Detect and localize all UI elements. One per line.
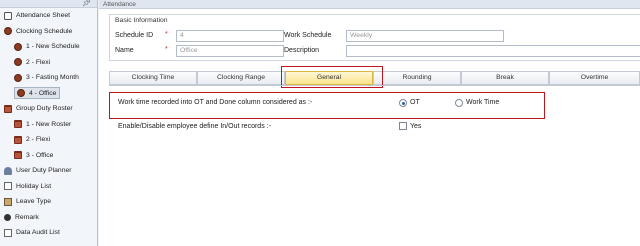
sidebar-item-leave-type[interactable]: Leave Type — [0, 194, 97, 210]
sidebar-item-label: User Duty Planner — [16, 167, 72, 175]
clock-icon — [14, 58, 22, 67]
work-schedule-field[interactable]: Weekly — [346, 30, 504, 42]
ot-radio-label[interactable]: OT — [410, 99, 420, 106]
work-schedule-label: Work Schedule — [284, 32, 332, 39]
calendar-icon — [4, 104, 12, 113]
sidebar-item-label: 1 - New Schedule — [26, 43, 80, 51]
sidebar-item-clocking-schedule[interactable]: Clocking Schedule — [0, 24, 97, 40]
main-panel: Attendance Basic Information Schedule ID… — [99, 0, 640, 246]
sidebar-item-label: 3 - Fasting Month — [26, 74, 79, 82]
sidebar-item-label: Group Duty Roster — [16, 105, 73, 113]
sidebar-item-label: 2 - Flexi — [26, 58, 51, 66]
calendar-icon — [14, 151, 22, 160]
person-icon — [4, 213, 11, 221]
work-time-radio[interactable] — [455, 99, 463, 107]
sidebar-item-flexi-roster[interactable]: 2 - Flexi — [0, 132, 97, 148]
sidebar-item-label: Attendance Sheet — [16, 12, 71, 20]
sidebar-item-label: 4 - Office — [29, 89, 57, 97]
sidebar-header: 📌︎ — [0, 0, 97, 8]
sidebar-item-holiday-list[interactable]: Holiday List — [0, 179, 97, 195]
clock-icon — [4, 27, 12, 36]
clock-icon — [14, 42, 22, 51]
sidebar-item-label: Data Audit List — [16, 229, 60, 237]
calendar-icon — [14, 135, 22, 144]
ot-radio[interactable] — [399, 99, 407, 107]
schedule-id-label: Schedule ID — [115, 32, 154, 39]
calendar-icon — [14, 120, 22, 129]
clock-icon — [14, 73, 22, 82]
tab-break[interactable]: Break — [461, 71, 549, 85]
sidebar-item-office-roster[interactable]: 3 - Office — [0, 148, 97, 164]
list-icon — [4, 228, 12, 237]
tab-overtime[interactable]: Overtime — [549, 71, 640, 85]
user-icon — [4, 166, 12, 175]
sidebar-item-group-duty-roster[interactable]: Group Duty Roster — [0, 101, 97, 117]
description-label: Description — [284, 47, 320, 54]
required-marker: * — [165, 31, 168, 38]
sidebar-item-data-audit-list[interactable]: Data Audit List — [0, 225, 97, 241]
name-field[interactable]: Office — [176, 45, 284, 57]
tab-rounding[interactable]: Rounding — [373, 71, 461, 85]
work-time-radio-label[interactable]: Work Time — [466, 99, 499, 106]
ot-question-label: Work time recorded into OT and Done colu… — [118, 99, 313, 106]
sidebar-item-fasting-month[interactable]: 3 - Fasting Month — [0, 70, 97, 86]
group-title: Basic Information — [115, 17, 168, 24]
tab-clocking-time[interactable]: Clocking Time — [109, 71, 197, 85]
enable-define-records-label: Enable/Disable employee define In/Out re… — [118, 123, 271, 130]
schedule-id-field[interactable]: 4 — [176, 30, 284, 42]
yes-checkbox[interactable] — [399, 122, 407, 130]
clock-icon — [17, 89, 25, 98]
sidebar-item-label: Remark — [15, 213, 39, 221]
description-field[interactable] — [346, 45, 640, 57]
document-icon — [4, 11, 12, 20]
basic-information-group: Basic Information Schedule ID * 4 Name *… — [109, 14, 640, 61]
sidebar-item-flexi-schedule[interactable]: 2 - Flexi — [0, 55, 97, 71]
tab-clocking-range[interactable]: Clocking Range — [197, 71, 285, 85]
sidebar-item-office-schedule[interactable]: 4 - Office — [0, 86, 97, 102]
sidebar-item-label: 3 - Office — [26, 151, 54, 159]
sidebar-item-new-schedule[interactable]: 1 - New Schedule — [0, 39, 97, 55]
sidebar-item-user-duty-planner[interactable]: User Duty Planner — [0, 163, 97, 179]
sidebar-item-label: Clocking Schedule — [16, 27, 73, 35]
sidebar-item-label: Leave Type — [16, 198, 52, 206]
sidebar-item-label: 1 - New Roster — [26, 120, 72, 128]
sidebar-item-attendance-sheet[interactable]: Attendance Sheet — [0, 8, 97, 24]
sidebar: 📌︎ Attendance Sheet Clocking Schedule 1 … — [0, 0, 98, 246]
required-marker: * — [165, 46, 168, 53]
list-icon — [4, 182, 12, 191]
sidebar-item-label: 2 - Flexi — [26, 136, 51, 144]
pin-icon[interactable]: 📌︎ — [82, 0, 91, 8]
sidebar-item-label: Holiday List — [16, 182, 52, 190]
page-title: Attendance — [99, 0, 640, 9]
yes-checkbox-label[interactable]: Yes — [410, 123, 421, 130]
name-label: Name — [115, 47, 134, 54]
sidebar-item-new-roster[interactable]: 1 - New Roster — [0, 117, 97, 133]
plane-icon — [4, 197, 12, 206]
sidebar-item-remark[interactable]: Remark — [0, 210, 97, 226]
